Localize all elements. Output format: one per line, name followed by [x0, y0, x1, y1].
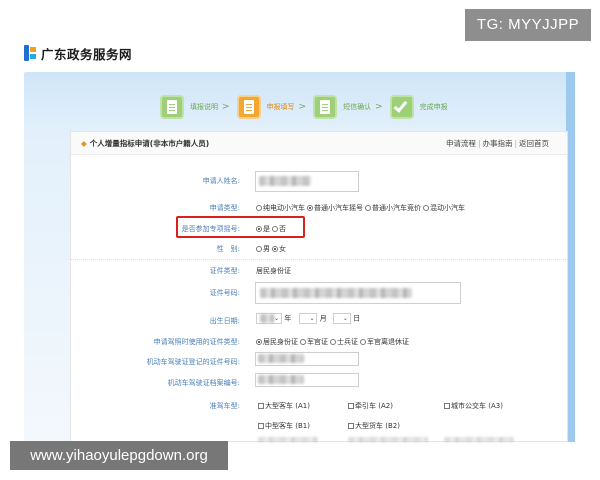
gender-option-female[interactable]: 女 [272, 245, 286, 253]
birth-day-select[interactable]: ⌄ [332, 313, 351, 324]
radio-icon [365, 205, 371, 211]
license-cert-option-officer[interactable]: 军官证 [300, 338, 328, 346]
license-cert-option-id[interactable]: 居民身份证 [256, 338, 298, 346]
chevron-down-icon: ⌄ [273, 315, 279, 322]
special-label: 是否参加专项摇号: [181, 225, 240, 233]
special-options: 是否 [256, 224, 288, 234]
step-label: 完成申报 [419, 103, 448, 111]
birth-month-unit: 月 [319, 314, 327, 323]
watermark-bottom: www.yihaoyulepgdown.org [10, 441, 228, 470]
checkbox-icon [348, 403, 354, 409]
name-redacted [259, 176, 311, 186]
radio-icon [300, 339, 306, 345]
license-file-redacted [258, 375, 304, 384]
birth-month-select[interactable]: ⌄ [299, 313, 318, 324]
gender-label: 性 别: [216, 245, 240, 253]
step-label: 填报说明 [190, 103, 218, 111]
site-name: 广东政务服务网 [41, 46, 133, 62]
watermark-top: TG: MYYJJPP [465, 9, 591, 41]
radio-icon [256, 226, 262, 232]
type-option-ev[interactable]: 纯电动小汽车 [256, 204, 305, 212]
type-option-lottery[interactable]: 普通小汽车摇号 [307, 204, 363, 212]
site-logo[interactable]: 广东政务服务网 [24, 44, 132, 62]
id-number-redacted [260, 288, 412, 298]
vehicle-type-b2[interactable]: 大型货车 (B2) [348, 421, 400, 431]
chevron-right-icon: > [375, 102, 383, 112]
step-label: 短信确认 [343, 103, 372, 111]
type-option-hybrid[interactable]: 混动小汽车 [423, 204, 465, 212]
site-logo-icon [24, 45, 36, 61]
vehicle-type-a1[interactable]: 大型客车 (A1) [258, 401, 310, 411]
license-id-label: 机动车驾驶证登记的证件号码: [146, 358, 240, 366]
panel-title: ◆ 个人增量指标申请(非本市户籍人员) [81, 138, 209, 149]
radio-icon [256, 246, 262, 252]
chevron-right-icon: > [222, 102, 230, 112]
gender-options: 男女 [256, 244, 288, 254]
link-guide[interactable]: 办事指南 [482, 139, 512, 148]
radio-icon [272, 226, 278, 232]
vehicle-type-label: 准驾车型: [209, 402, 240, 410]
edit-icon [236, 95, 261, 119]
radio-icon [360, 339, 366, 345]
type-options: 纯电动小汽车 普通小汽车摇号 普通小汽车竞价 混动小汽车 [256, 203, 467, 213]
license-id-redacted [258, 354, 304, 363]
link-home[interactable]: 返回首页 [519, 139, 549, 148]
birth-day-unit: 日 [353, 314, 361, 323]
step-fill-form: 申报填写 > [236, 95, 314, 119]
name-label: 申请人姓名: [202, 177, 240, 185]
checkbox-icon [444, 403, 450, 409]
birth-selects: ⌄ 年 ⌄ 月 ⌄ 日 [256, 313, 360, 324]
checkbox-icon [258, 403, 264, 409]
panel-links: 申请流程 | 办事指南 | 返回首页 [445, 139, 549, 148]
license-cert-options: 居民身份证 军官证 士兵证 军官离退休证 [256, 337, 411, 347]
link-process[interactable]: 申请流程 [446, 139, 476, 148]
license-cert-label: 申请驾照时使用的证件类型: [153, 338, 240, 346]
license-cert-option-soldier[interactable]: 士兵证 [330, 338, 358, 346]
cut-off-row [444, 437, 514, 442]
license-file-label: 机动车驾驶证档案编号: [167, 379, 240, 387]
chevron-down-icon: ⌄ [309, 315, 315, 322]
row-divider [70, 259, 568, 260]
panel-header: ◆ 个人增量指标申请(非本市户籍人员) 申请流程 | 办事指南 | 返回首页 [71, 132, 567, 155]
birth-label: 出生日期: [209, 317, 240, 325]
chevron-right-icon: > [298, 102, 307, 112]
diamond-bullet-icon: ◆ [81, 139, 87, 148]
chevron-down-icon: ⌄ [342, 315, 348, 322]
special-option-yes[interactable]: 是 [256, 225, 270, 233]
type-label: 申请类型: [209, 204, 240, 212]
radio-icon [423, 205, 429, 211]
step-instructions: 填报说明 > [160, 95, 237, 119]
step-complete: 完成申报 [389, 95, 448, 119]
radio-icon [307, 205, 313, 211]
checkbox-icon [348, 423, 354, 429]
gender-option-male[interactable]: 男 [256, 245, 270, 253]
step-label: 申报填写 [266, 103, 295, 111]
radio-icon [330, 339, 336, 345]
check-icon [389, 95, 414, 119]
vehicle-type-a2[interactable]: 牵引车 (A2) [348, 401, 393, 411]
progress-steps: 填报说明 > 申报填写 > 短信确认 > 完成申报 [160, 93, 448, 121]
special-option-no[interactable]: 否 [272, 225, 286, 233]
step-sms-confirm: 短信确认 > [313, 95, 390, 119]
cut-off-row [348, 437, 428, 442]
message-icon [313, 95, 338, 119]
radio-icon [256, 205, 262, 211]
panel-title-text: 个人增量指标申请(非本市户籍人员) [89, 139, 210, 148]
id-type-value: 居民身份证 [256, 267, 291, 275]
id-type-label: 证件类型: [209, 267, 240, 275]
vehicle-type-a3[interactable]: 城市公交车 (A3) [444, 401, 503, 411]
radio-icon [256, 339, 262, 345]
cut-off-row [258, 437, 318, 442]
birth-year-unit: 年 [284, 314, 292, 323]
type-option-bid[interactable]: 普通小汽车竞价 [365, 204, 421, 212]
license-cert-option-retired[interactable]: 军官离退休证 [360, 338, 409, 346]
vehicle-type-b1[interactable]: 中型客车 (B1) [258, 421, 310, 431]
checkbox-icon [258, 423, 264, 429]
document-icon [160, 95, 184, 119]
birth-year-select[interactable]: ⌄ [256, 313, 282, 324]
radio-icon [272, 246, 278, 252]
id-number-label: 证件号码: [209, 289, 240, 297]
